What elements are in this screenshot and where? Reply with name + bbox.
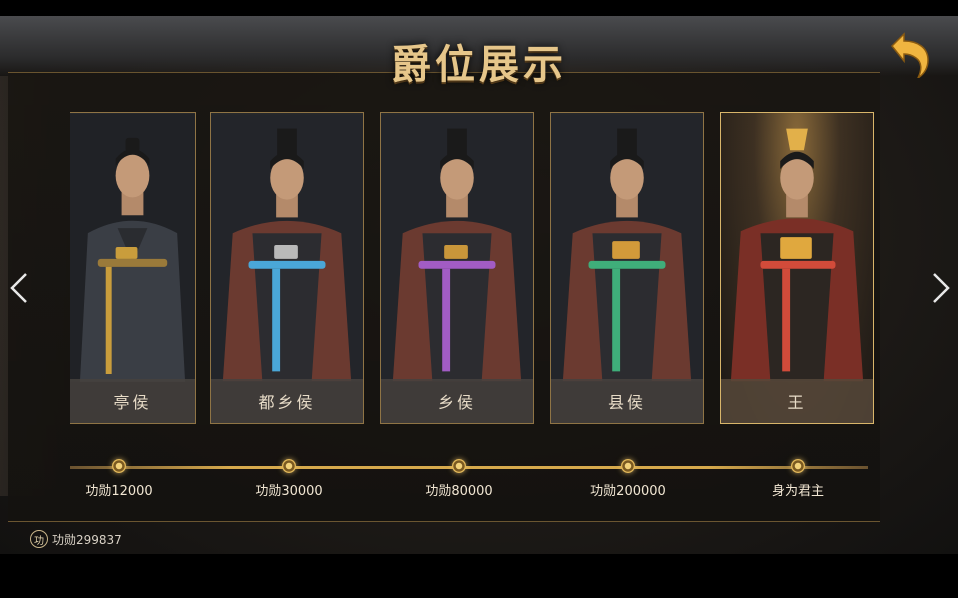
back-arrow-icon — [890, 32, 929, 81]
merit-icon: 功 — [30, 530, 48, 548]
merit-counter: 功 功勋299837 — [30, 528, 122, 550]
merit-value: 功勋299837 — [52, 532, 122, 547]
chevron-left-icon — [10, 273, 27, 303]
top-letterbox — [0, 0, 958, 16]
rank-name: 乡侯 — [381, 379, 533, 423]
rank-card-2[interactable]: 都乡侯 — [210, 112, 364, 424]
requirement-label: 身为君主 — [771, 484, 824, 499]
progress-node — [282, 459, 296, 473]
rank-name: 亭侯 — [70, 379, 195, 423]
rank-card-1[interactable]: 亭侯 — [70, 112, 196, 424]
rank-card-4[interactable]: 县侯 — [550, 112, 704, 424]
rank-name: 都乡侯 — [211, 379, 363, 423]
rank-card-5[interactable]: 王 — [720, 112, 874, 424]
rank-card-3[interactable]: 乡侯 — [380, 112, 534, 424]
official-figure-image — [551, 114, 703, 382]
requirement-label: 功勋200000 — [590, 484, 666, 499]
progress-track — [70, 466, 868, 469]
progress-node — [452, 459, 466, 473]
official-figure-image — [381, 114, 533, 382]
next-arrow-button[interactable] — [930, 270, 952, 306]
progress-node — [791, 459, 805, 473]
requirement-label: 功勋30000 — [255, 484, 323, 499]
king-figure-image — [730, 128, 864, 382]
rank-name: 王 — [721, 379, 873, 423]
chevron-right-icon — [933, 273, 950, 303]
progress-node — [621, 459, 635, 473]
back-button[interactable] — [884, 32, 934, 81]
requirement-label: 功勋80000 — [425, 484, 493, 499]
progress-node — [112, 459, 126, 473]
page-title: 爵位展示 — [391, 41, 567, 88]
official-figure-image — [70, 114, 195, 382]
bottom-letterbox — [0, 554, 958, 598]
official-figure-image — [211, 114, 363, 382]
rank-name: 县侯 — [551, 379, 703, 423]
requirement-label: 功勋12000 — [85, 484, 153, 499]
previous-arrow-button[interactable] — [8, 270, 30, 306]
